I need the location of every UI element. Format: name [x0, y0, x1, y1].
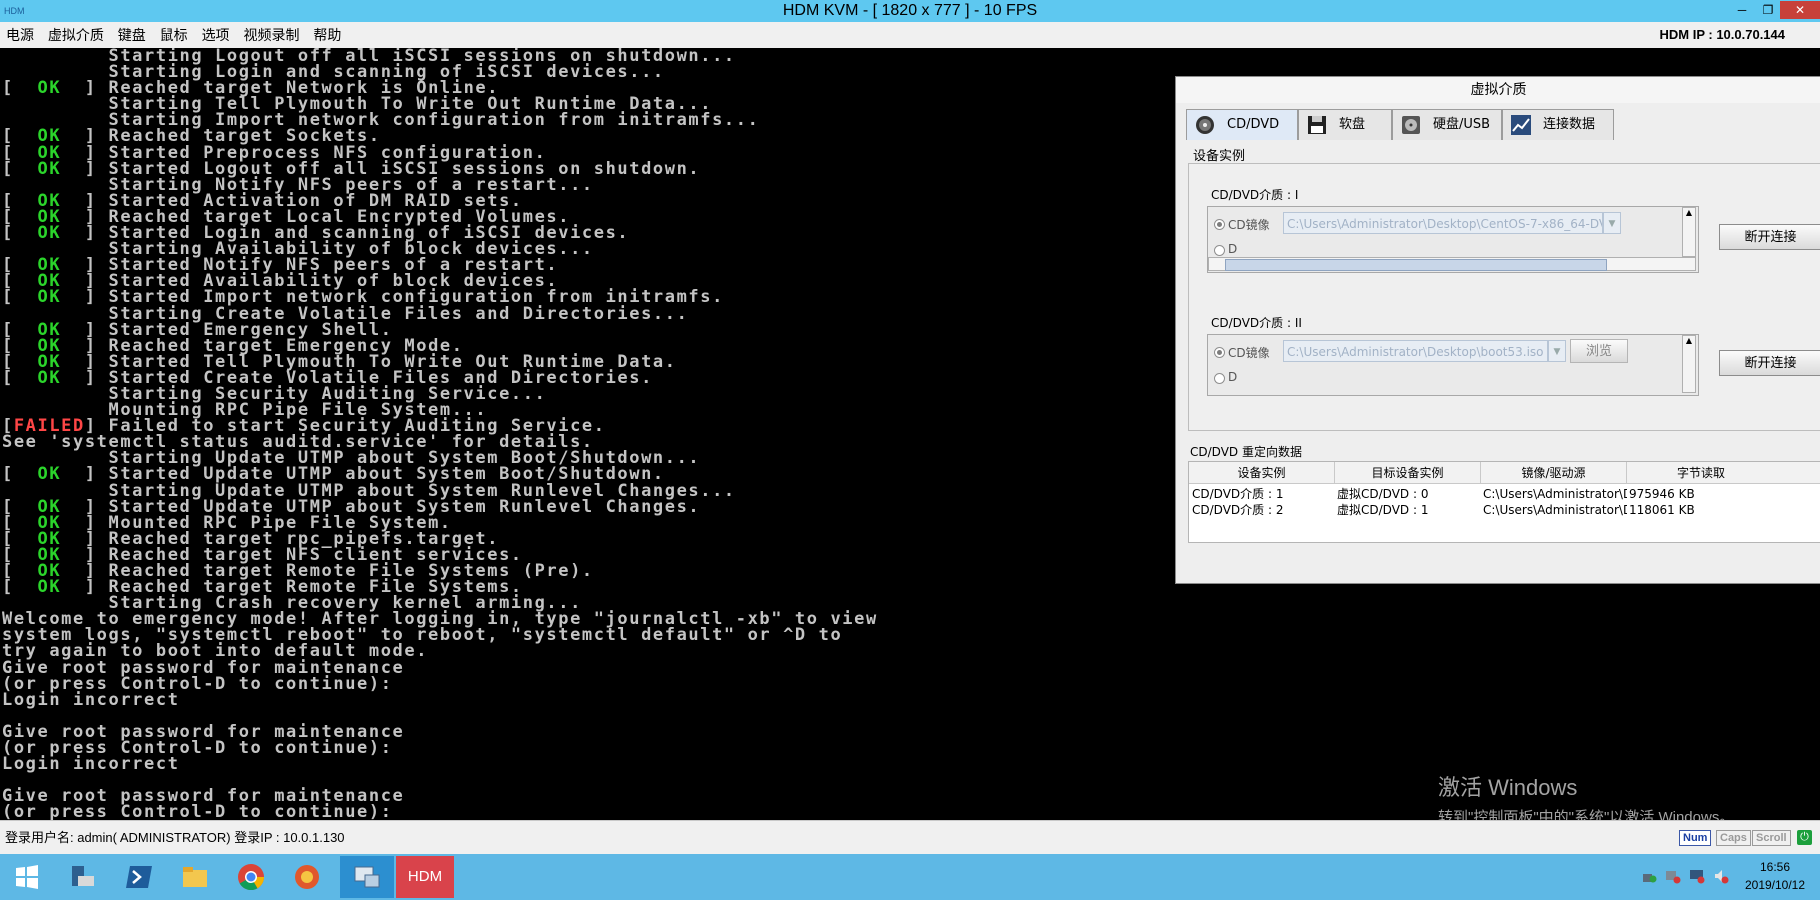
menu-help[interactable]: 帮助 [309, 22, 345, 48]
tab-cd-dvd-label: CD/DVD [1227, 117, 1280, 132]
login-info: 登录用户名: admin( ADMINISTRATOR) 登录IP : 10.0… [5, 830, 345, 845]
window-title: HDM KVM - [ 1820 x 777 ] - 10 FPS [782, 2, 1038, 19]
media-1-image-radio[interactable] [1214, 219, 1225, 230]
media-2-dropdown-icon[interactable]: ▼ [1548, 340, 1566, 362]
hdd-icon [1402, 116, 1420, 134]
tab-connection-data[interactable]: 连接数据 [1502, 109, 1614, 140]
media-2-drive-label: D [1228, 370, 1238, 384]
media-1-drive-label: D [1228, 242, 1238, 256]
media-2-box: CD镜像 C:\Users\Administrator\Desktop\boot… [1207, 334, 1699, 396]
window-title-bar: HDM HDM KVM - [ 1820 x 777 ] - 10 FPS ─ … [0, 0, 1820, 22]
console-line: (or press Control-D to continue): [2, 673, 393, 694]
network-app-icon[interactable] [340, 856, 394, 898]
watermark-title: 激活 Windows [1438, 775, 1578, 800]
column-header[interactable]: 字节读取 [1627, 462, 1820, 484]
column-header[interactable]: 目标设备实例 [1335, 462, 1481, 484]
cd-icon [1196, 116, 1214, 134]
table-cell: 118061 KB [1629, 503, 1695, 517]
media-2-drive-radio[interactable] [1214, 373, 1225, 384]
tab-floppy[interactable]: 软盘 [1298, 109, 1392, 140]
floppy-icon [1308, 116, 1326, 134]
status-bar: 登录用户名: admin( ADMINISTRATOR) 登录IP : 10.0… [0, 820, 1820, 855]
powershell-icon[interactable] [112, 856, 166, 898]
column-header[interactable]: 设备实例 [1189, 462, 1335, 484]
media-2-path-field[interactable]: C:\Users\Administrator\Desktop\boot53.is… [1283, 340, 1548, 362]
table-cell: 虚拟CD/DVD : 1 [1337, 503, 1429, 517]
media-2-browse-button[interactable]: 浏览 [1570, 339, 1628, 363]
table-cell: 975946 KB [1629, 487, 1695, 501]
redirect-table: 设备实例 目标设备实例 镜像/驱动源 字节读取 CD/DVD介质 : 1 虚拟C… [1188, 461, 1820, 543]
menu-power[interactable]: 电源 [2, 22, 38, 48]
tab-cd-dvd[interactable]: CD/DVD [1186, 109, 1298, 140]
virtual-media-dialog: 虚拟介质 CD/DVD 软盘 硬盘/USB 连接数据 设备实例 CD/DVD介质… [1175, 76, 1820, 584]
monitor-tray-icon[interactable] [1689, 868, 1705, 884]
media-2-label: CD/DVD介质 : II [1211, 316, 1302, 330]
media-1-vscroll[interactable]: ▲ [1682, 207, 1696, 257]
device-instance-label: 设备实例 [1193, 149, 1246, 164]
table-cell: C:\Users\Administrator\Desk... [1483, 503, 1627, 517]
tab-floppy-label: 软盘 [1339, 117, 1366, 132]
device-panel: CD/DVD介质 : I CD镜像 C:\Users\Administrator… [1188, 163, 1820, 431]
windows-start-icon[interactable] [0, 856, 54, 898]
minimize-button[interactable]: ─ [1730, 1, 1754, 19]
column-header[interactable]: 镜像/驱动源 [1481, 462, 1627, 484]
volume-tray-icon[interactable] [1713, 868, 1729, 884]
power-icon[interactable]: ⏻ [1797, 830, 1812, 845]
table-cell: 虚拟CD/DVD : 0 [1337, 487, 1429, 501]
media-2-image-label: CD镜像 [1228, 346, 1270, 360]
menu-bar: 电源 虚拟介质 键盘 鼠标 选项 视频录制 帮助 HDM IP : 10.0.7… [0, 22, 1820, 49]
table-cell: C:\Users\Administrator\Desk... [1483, 487, 1627, 501]
hdm-ip-label: HDM IP : 10.0.70.144 [1659, 27, 1786, 42]
menu-virtual-media[interactable]: 虚拟介质 [44, 22, 108, 48]
windows-taskbar: HDM 16:56 2019/10/12 [0, 854, 1820, 900]
media-2-disconnect-button[interactable]: 断开连接 [1719, 350, 1820, 376]
console-line: (or press Control-D to continue): [2, 738, 393, 759]
media-1-drive-radio[interactable] [1214, 245, 1225, 256]
console-line: Login incorrect [2, 689, 180, 710]
media-1-label: CD/DVD介质 : I [1211, 188, 1299, 202]
tab-hdd-usb[interactable]: 硬盘/USB [1392, 109, 1502, 140]
media-1-path-field[interactable]: C:\Users\Administrator\Desktop\CentOS-7-… [1283, 212, 1603, 234]
restore-button[interactable]: ❐ [1756, 1, 1780, 19]
menu-keyboard[interactable]: 键盘 [114, 22, 150, 48]
hdm-taskbar-button[interactable]: HDM [396, 856, 454, 898]
system-clock[interactable]: 16:56 2019/10/12 [1735, 858, 1815, 894]
alert-tray-icon[interactable] [1665, 868, 1681, 884]
caps-lock-indicator: Caps [1716, 830, 1751, 846]
num-lock-indicator: Num [1679, 830, 1712, 846]
file-explorer-icon[interactable] [168, 856, 222, 898]
media-1-disconnect-button[interactable]: 断开连接 [1719, 224, 1820, 250]
media-2-image-radio[interactable] [1214, 347, 1225, 358]
menu-video-record[interactable]: 视频录制 [239, 22, 303, 48]
tab-hdd-usb-label: 硬盘/USB [1433, 117, 1491, 132]
media-1-hscroll[interactable] [1208, 257, 1696, 271]
table-cell: CD/DVD介质 : 2 [1192, 503, 1284, 517]
media-2-vscroll[interactable]: ▲ [1682, 335, 1696, 393]
app-icon[interactable] [280, 856, 334, 898]
server-manager-icon[interactable] [56, 856, 110, 898]
tab-connection-data-label: 连接数据 [1543, 117, 1596, 132]
menu-options[interactable]: 选项 [198, 22, 234, 48]
media-1-image-label: CD镜像 [1228, 218, 1270, 232]
activation-watermark: 激活 Windows 转到"控制面板"中的"系统"以激活 Windows。 [1438, 770, 1734, 827]
clock-date: 2019/10/12 [1744, 878, 1806, 892]
chrome-icon[interactable] [224, 856, 278, 898]
dialog-title: 虚拟介质 [1176, 77, 1820, 103]
chart-icon [1511, 115, 1531, 135]
close-button[interactable]: ✕ [1780, 1, 1820, 19]
media-1-dropdown-icon[interactable]: ▼ [1603, 212, 1621, 234]
table-cell: CD/DVD介质 : 1 [1192, 487, 1284, 501]
scroll-lock-indicator: Scroll [1752, 830, 1791, 846]
menu-mouse[interactable]: 鼠标 [156, 22, 192, 48]
media-1-box: CD镜像 C:\Users\Administrator\Desktop\Cent… [1207, 206, 1699, 273]
media-1-hscroll-thumb[interactable] [1225, 259, 1607, 271]
network-tray-icon[interactable] [1641, 868, 1657, 884]
redirect-data-label: CD/DVD 重定向数据 [1190, 445, 1302, 459]
clock-time: 16:56 [1759, 860, 1791, 874]
